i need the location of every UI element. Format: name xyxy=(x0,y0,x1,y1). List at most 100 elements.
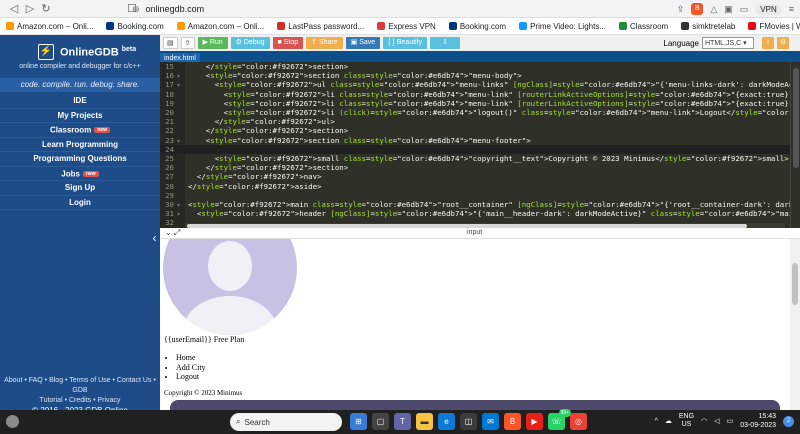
back-icon[interactable]: ◁ xyxy=(6,2,22,15)
debug-button[interactable]: ⚙ Debug xyxy=(230,37,270,49)
bookmark-favicon-icon xyxy=(377,22,386,30)
task-view-icon[interactable]: ▢ xyxy=(372,413,389,430)
chrome-icon[interactable]: ◎ xyxy=(570,413,587,430)
sidebar-item-jobs[interactable]: Jobs new xyxy=(0,167,160,181)
volume-icon[interactable]: ◁ xyxy=(714,417,719,425)
sidebar: ⚡ OnlineGDB beta online compiler and deb… xyxy=(0,35,160,415)
code-line[interactable]: 25 <style="color:#f92672">small class=st… xyxy=(160,154,800,163)
code-line[interactable]: 30 ▾ <style="color:#f92672">main class=sty… xyxy=(160,200,800,209)
bookmark-item[interactable]: Amazon.com – Onli... xyxy=(6,22,93,31)
collapse-sidebar-icon[interactable]: ‹ xyxy=(149,225,160,251)
sidebar-item-sign-up[interactable]: Sign Up xyxy=(0,181,160,196)
new-file-icon[interactable]: ▤ xyxy=(163,37,178,49)
code-line[interactable]: 18 <style="color:#f92672">li class=style… xyxy=(160,90,800,99)
sidebar-item-programming-questions[interactable]: Programming Questions xyxy=(0,152,160,167)
address-bar[interactable]: ⊕ onlinegdb.com xyxy=(132,2,618,16)
code-line[interactable]: 29 xyxy=(160,191,800,200)
code-line[interactable]: 17 ▾ <style="color:#f92672">ul class=styl… xyxy=(160,80,800,89)
sidebar-icon[interactable]: ▣ xyxy=(724,4,733,15)
code-line[interactable]: 26 </style="color:#f92672">section> xyxy=(160,163,800,172)
collapse-output-icon[interactable]: ⌄ ⤢ xyxy=(165,228,180,238)
show-hidden-icons-icon[interactable]: ^ xyxy=(655,418,658,425)
bookmarks-bar: Amazon.com – Onli... Booking.com Amazon.co… xyxy=(0,18,800,35)
editor-vertical-scrollbar[interactable] xyxy=(790,62,800,228)
wallet-icon[interactable]: ▭ xyxy=(740,4,749,15)
weather-icon[interactable] xyxy=(6,415,19,428)
bookmark-item[interactable]: Amazon.com – Onli... xyxy=(176,22,264,31)
whatsapp-icon[interactable]: ☏ 99+ xyxy=(548,409,571,430)
code-line[interactable]: 20 <style="color:#f92672">li (click)=sty… xyxy=(160,108,800,117)
preview-link-item[interactable]: Logout xyxy=(176,372,206,382)
youtube-icon[interactable]: ▶ xyxy=(526,413,543,430)
clock[interactable]: 15:43 03-09-2023 xyxy=(740,412,776,430)
code-line[interactable]: 22 </style="color:#f92672">section> xyxy=(160,126,800,135)
store-icon[interactable]: ◫ xyxy=(460,413,477,430)
settings-gear-icon[interactable]: ⚙ xyxy=(777,37,789,49)
download-icon[interactable]: ⇩ xyxy=(430,37,460,49)
share-button[interactable]: ⇪ Share xyxy=(306,37,343,49)
edge-icon[interactable]: e xyxy=(438,413,455,430)
reload-icon[interactable]: ↻ xyxy=(38,2,54,15)
code-line[interactable]: 24 xyxy=(160,144,800,154)
sidebar-item-login[interactable]: Login xyxy=(0,196,160,210)
site-info-icon[interactable]: ⊕ xyxy=(132,4,140,15)
sidebar-item-my-projects[interactable]: My Projects xyxy=(0,109,160,123)
bookmark-item[interactable]: FMovies | Watch Th... xyxy=(748,22,800,31)
share-icon[interactable]: ⇪ xyxy=(677,4,685,15)
preview-scroll-thumb[interactable] xyxy=(792,263,798,305)
code-line[interactable]: 28 </style="color:#f92672">aside> xyxy=(160,182,800,191)
beautify-button[interactable]: { } Beautify xyxy=(383,37,428,49)
file-explorer-icon[interactable]: ▬ xyxy=(416,413,433,430)
footer-links-2[interactable]: Tutorial • Credits • Privacy xyxy=(0,396,160,406)
save-button[interactable]: ▣ Save xyxy=(345,37,381,49)
preview-link-item[interactable]: Add City xyxy=(176,363,206,373)
line-number: 24 xyxy=(165,144,174,154)
bookmark-item[interactable]: Booking.com xyxy=(448,22,506,31)
info-icon[interactable]: i xyxy=(762,37,774,49)
bookmark-item[interactable]: Booking.com xyxy=(106,22,164,31)
bookmark-item[interactable]: Express VPN xyxy=(377,22,436,31)
code-line[interactable]: 23 ▾ <style="color:#f92672">section class… xyxy=(160,136,800,145)
sidebar-item-classroom[interactable]: Classroom new xyxy=(0,123,160,138)
preview-link-item[interactable]: Home xyxy=(176,353,206,363)
code-line[interactable]: 16 ▾ <style="color:#f92672">section class… xyxy=(160,71,800,80)
brave-icon[interactable]: B xyxy=(504,413,521,430)
code-editor[interactable]: 15 </style="color:#f92672">section> 16 ▾ <… xyxy=(160,62,800,228)
notifications-icon[interactable]: 2 xyxy=(783,415,794,427)
input-tab[interactable]: input xyxy=(467,229,482,236)
debug-label: Debug xyxy=(243,39,265,46)
teams-icon[interactable]: T xyxy=(394,413,411,430)
forward-icon[interactable]: ▷ xyxy=(22,2,38,15)
code-line[interactable]: 27 </style="color:#f92672">nav> xyxy=(160,172,800,181)
stop-button[interactable]: ■ Stop xyxy=(272,37,304,49)
upload-icon[interactable]: ⇧ xyxy=(180,37,195,49)
code-line[interactable]: 21 </style="color:#f92672">ul> xyxy=(160,117,800,126)
bookmark-favicon-icon xyxy=(618,22,627,30)
run-button[interactable]: ▶ Run xyxy=(197,37,228,49)
language-select[interactable]: HTML,JS,C ▾ xyxy=(702,37,754,49)
sidebar-item-ide[interactable]: IDE xyxy=(0,94,160,109)
code-line[interactable]: 19 <style="color:#f92672">li class=style… xyxy=(160,99,800,108)
menu-icon[interactable]: ≡ xyxy=(789,4,794,14)
sidebar-item-learn-programming[interactable]: Learn Programming xyxy=(0,138,160,152)
code-line[interactable]: 31 ▾ <style="color:#f92672">header [ngCla… xyxy=(160,209,800,218)
language-indicator[interactable]: ENG US xyxy=(679,413,694,429)
taskbar-search[interactable]: ⌕ Search xyxy=(230,413,342,431)
preview-scrollbar[interactable] xyxy=(790,239,800,410)
brave-shields-icon[interactable]: B xyxy=(691,3,704,15)
mail-icon[interactable]: ✉ xyxy=(482,413,499,430)
code-line[interactable]: 15 </style="color:#f92672">section> xyxy=(160,62,800,71)
vpn-button[interactable]: VPN xyxy=(755,3,782,15)
rewards-icon[interactable]: △ xyxy=(710,4,717,15)
start-icon[interactable]: ⊞ xyxy=(350,413,367,430)
browser-toolbar: ◁ ▷ ↻ ☐ ⊕ onlinegdb.com ⇪ B △ ▣ ▭ VPN ≡ xyxy=(0,0,800,18)
bookmark-item[interactable]: LastPass password... xyxy=(277,22,364,31)
bookmark-item[interactable]: Classroom xyxy=(618,22,668,31)
footer-links[interactable]: About • FAQ • Blog • Terms of Use • Cont… xyxy=(0,376,160,396)
onedrive-icon[interactable]: ☁ xyxy=(665,417,672,425)
bookmark-item[interactable]: Prime Video: Lights... xyxy=(519,22,606,31)
battery-icon[interactable]: ▭ xyxy=(727,417,734,425)
bookmark-item[interactable]: simktretelab xyxy=(681,22,735,31)
editor-vscroll-thumb[interactable] xyxy=(793,68,799,168)
wifi-icon[interactable]: ◠ xyxy=(701,417,707,425)
